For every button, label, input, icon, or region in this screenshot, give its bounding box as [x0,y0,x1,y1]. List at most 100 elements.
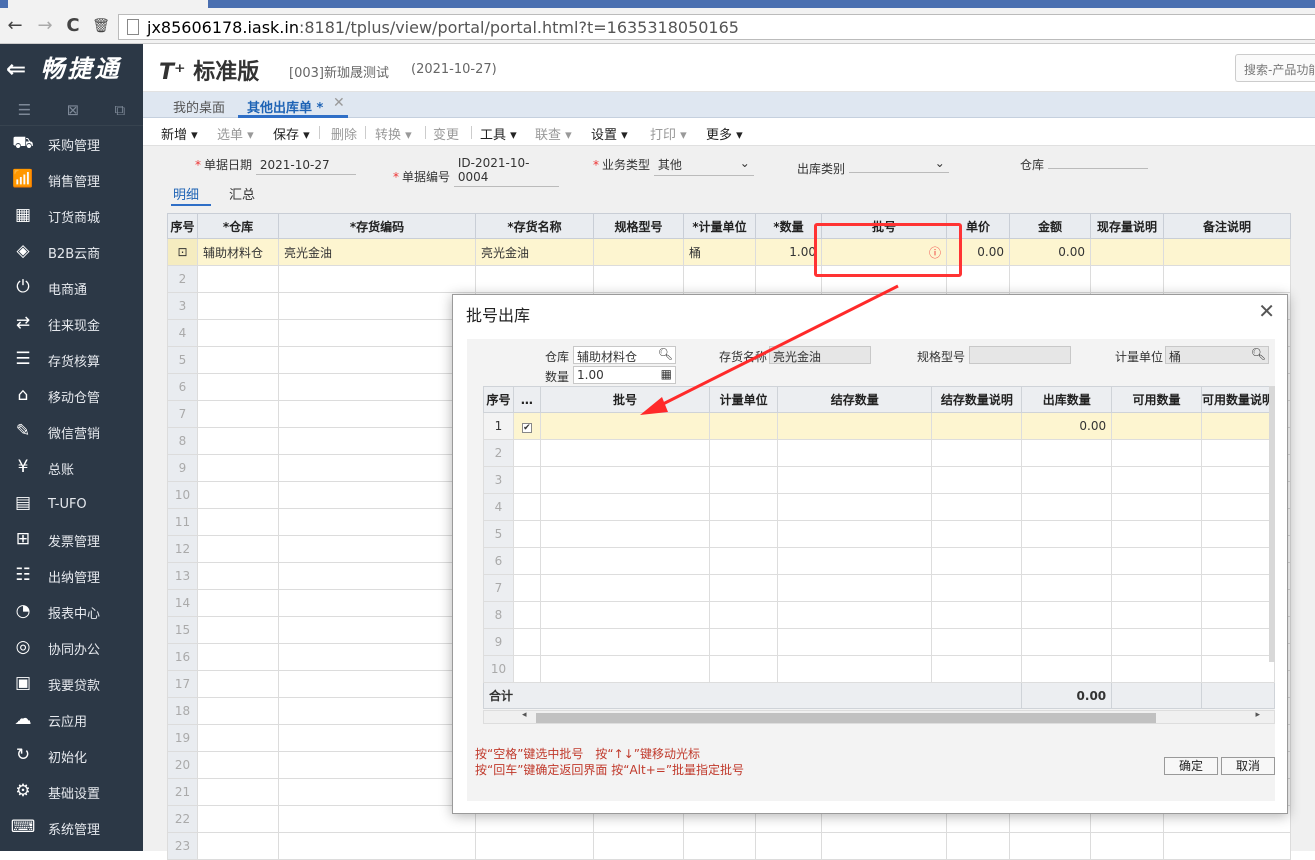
cell-warehouse[interactable]: 辅助材料仓 [197,238,279,266]
grid-cell[interactable] [278,400,476,428]
calculator-icon[interactable]: ▦ [661,367,672,381]
row-checkbox[interactable]: ✔ [512,412,541,440]
search-input[interactable]: 搜索-产品功能 [1235,54,1315,82]
grid-cell[interactable] [1111,493,1202,521]
grid-cell[interactable] [278,616,476,644]
cell-spec[interactable] [593,238,684,266]
sidebar-item[interactable]: ⚙ 基础设置 [0,774,143,810]
grid-cell[interactable] [1090,832,1164,860]
table-row[interactable]: 9 [483,628,1276,656]
sidebar-item[interactable]: ▦ 订货商城 [0,198,143,234]
reload-icon[interactable]: C [62,16,84,36]
table-row[interactable]: 6 [483,547,1276,575]
grid-cell[interactable] [512,439,541,467]
grid-cell[interactable] [821,832,947,860]
cell-qty[interactable]: 1.00 [755,238,822,266]
grid-cell[interactable] [709,601,779,629]
horizontal-scrollbar[interactable]: ◂ ▸ [483,710,1275,724]
grid-cell[interactable] [1111,628,1202,656]
grid-cell[interactable] [278,454,476,482]
grid-cell[interactable] [1021,655,1113,683]
ok-button[interactable]: 确定 [1164,757,1218,775]
grid-cell[interactable] [593,832,684,860]
grid-cell[interactable] [539,493,711,521]
trash-icon[interactable]: 🗑 [90,16,112,36]
search-icon[interactable]: 🔍︎ [658,347,673,361]
dlg-qty-input[interactable]: 1.00 ▦ [573,366,676,384]
grid-cell[interactable] [278,508,476,536]
grid-cell[interactable] [197,697,279,725]
grid-cell[interactable] [278,832,476,860]
sidebar-item[interactable]: 📶 销售管理 [0,162,143,198]
grid-cell[interactable] [1200,574,1276,602]
grid-cell[interactable] [1021,493,1113,521]
grid-cell[interactable] [539,601,711,629]
grid-cell[interactable] [709,439,779,467]
grid-cell[interactable] [1009,832,1091,860]
grid-cell[interactable] [278,427,476,455]
grid-cell[interactable] [709,520,779,548]
grid-cell[interactable] [278,562,476,590]
grid-cell[interactable] [931,493,1023,521]
grid-cell[interactable] [197,265,279,293]
table-row[interactable]: 8 [483,601,1276,629]
grid-cell[interactable] [683,832,756,860]
grid-cell[interactable] [278,319,476,347]
grid-cell[interactable] [1111,655,1202,683]
grid-cell[interactable] [931,574,1023,602]
grid-cell[interactable] [278,778,476,806]
grid-cell[interactable] [1200,466,1276,494]
grid-cell[interactable] [931,547,1023,575]
grid-cell[interactable] [1163,832,1291,860]
cell-batch[interactable] [539,412,711,440]
toolbar-button[interactable]: 新增 ▾ [161,124,198,143]
grid-cell[interactable] [197,832,279,860]
grid-cell[interactable] [539,466,711,494]
grid-cell[interactable] [539,628,711,656]
grid-cell[interactable] [1111,547,1202,575]
subtab-summary[interactable]: 汇总 [229,184,255,203]
sidebar-item[interactable]: ◔ 报表中心 [0,594,143,630]
column-header[interactable]: *仓库 [197,213,279,239]
grid-cell[interactable] [197,616,279,644]
grid-cell[interactable] [777,655,933,683]
grid-cell[interactable] [512,547,541,575]
grid-cell[interactable] [1021,520,1113,548]
grid-cell[interactable] [278,805,476,833]
grid-cell[interactable] [1111,439,1202,467]
sidebar-item[interactable]: ⇄ 往来现金 [0,306,143,342]
vertical-scrollbar[interactable] [1269,386,1275,662]
table-row[interactable]: 2 [483,439,1276,467]
browser-tab[interactable] [8,0,208,8]
cell-remark[interactable] [1163,238,1291,266]
sidebar-item[interactable]: ◎ 协同办公 [0,630,143,666]
grid-cell[interactable] [539,439,711,467]
toolbar-button[interactable]: 选单 ▾ [217,124,254,143]
sidebar-item[interactable]: ⌨ 系统管理 [0,810,143,846]
dlg-unit-input[interactable]: 桶 🔍︎ [1165,346,1269,364]
cancel-button[interactable]: 取消 [1221,757,1275,775]
grid-cell[interactable] [539,547,711,575]
cell-unit[interactable]: 桶 [683,238,756,266]
column-header[interactable]: 可用数量 [1111,386,1202,413]
tab-other-outbound[interactable]: 其他出库单 * [247,97,323,116]
back-arrow-icon[interactable]: ← [4,16,26,36]
grid-cell[interactable] [931,439,1023,467]
grid-cell[interactable] [197,346,279,374]
grid-cell[interactable] [278,751,476,779]
grid-cell[interactable] [197,805,279,833]
sidebar-item[interactable]: ⏻ 电商通 [0,270,143,306]
scroll-left-icon[interactable]: ◂ [522,710,527,720]
grid-cell[interactable] [1021,439,1113,467]
column-header[interactable]: … [512,386,541,413]
grid-cell[interactable] [709,655,779,683]
cell-available[interactable] [1111,412,1202,440]
grid-cell[interactable] [512,520,541,548]
grid-cell[interactable] [539,574,711,602]
grid-cell[interactable] [197,535,279,563]
table-row[interactable]: 23 [167,832,1291,860]
table-row[interactable]: 7 [483,574,1276,602]
grid-cell[interactable] [512,601,541,629]
cell-stock-qty[interactable] [777,412,933,440]
sidebar-item[interactable]: ☰ 存货核算 [0,342,143,378]
